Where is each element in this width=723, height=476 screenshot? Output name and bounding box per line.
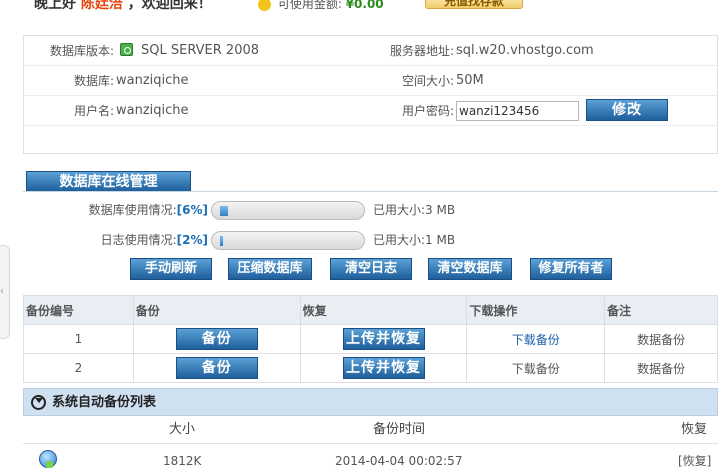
backup-table-header: 备份编号 备份 恢复 下载操作 备注 (23, 295, 718, 325)
clear-db-button[interactable]: 清空数据库 (428, 258, 512, 280)
version-label: 数据库版本: (49, 44, 114, 58)
space-label: 空间大小: (401, 74, 454, 88)
balance: 可使用金额: ¥0.00 (258, 0, 384, 12)
col-note: 备注 (604, 295, 718, 325)
info-row-user: 用户名: wanziqiche 用户密码: 修改 (24, 96, 717, 126)
backup-time: 2014-04-04 00:02:57 (335, 454, 463, 468)
recharge-button[interactable]: 充值找存款 (425, 0, 523, 9)
info-row-version: 数据库版本: SQL SERVER 2008 服务器地址: sql.w20.vh… (24, 36, 717, 66)
col-download: 下载操作 (466, 295, 606, 325)
download-backup-text[interactable]: 下载备份 (466, 353, 606, 383)
user-value: wanziqiche (116, 103, 189, 118)
greeting-suffix: ，欢迎回来！ (127, 0, 212, 12)
table-row: 2 备份 上传并恢复 下载备份 数据备份 (23, 353, 718, 383)
shrink-db-button[interactable]: 压缩数据库 (228, 258, 312, 280)
db-info-panel: 数据库版本: SQL SERVER 2008 服务器地址: sql.w20.vh… (23, 35, 718, 154)
backup-note: 数据备份 (604, 324, 718, 354)
backup-button[interactable]: 备份 (175, 357, 258, 379)
log-used-size: 已用大小:1 MB (373, 233, 456, 247)
backup-note: 数据备份 (604, 353, 718, 383)
side-collapse-handle[interactable]: ‹ (0, 245, 10, 339)
col-restore: 恢复 (299, 295, 468, 325)
online-mgmt-title: 数据库在线管理 (26, 171, 191, 192)
modify-password-button[interactable]: 修改 (586, 99, 668, 121)
backup-id: 2 (23, 353, 134, 383)
top-bar: 晚上好 陈廷涪 ，欢迎回来！ 可使用金额: ¥0.00 充值找存款 (0, 0, 723, 14)
database-icon (120, 43, 133, 56)
restore-link[interactable]: [恢复] (678, 446, 711, 476)
log-usage-progress (211, 231, 365, 250)
upload-restore-button[interactable]: 上传并恢复 (342, 357, 425, 379)
clear-log-button[interactable]: 清空日志 (330, 258, 412, 280)
db-usage-row: 数据库使用情况:[6%] 已用大小:3 MB (23, 195, 718, 225)
auto-backup-list: 大小 备份时间 恢复 1812K 2014-04-04 00:02:57 [恢复… (23, 416, 718, 476)
list-item: 1812K 2014-04-04 00:02:57 [恢复] (23, 446, 718, 476)
repair-owner-button[interactable]: 修复所有者 (530, 258, 612, 280)
section-divider (23, 191, 718, 192)
col-backup-id: 备份编号 (23, 295, 134, 325)
password-label: 用户密码: (401, 104, 454, 118)
refresh-button[interactable]: 手动刷新 (130, 258, 212, 280)
db-label: 数据库: (73, 74, 114, 88)
table-row: 1 备份 上传并恢复 下载备份 数据备份 (23, 324, 718, 354)
db-usage-label: 数据库使用情况:[6%] (88, 203, 208, 217)
backup-button[interactable]: 备份 (175, 328, 258, 350)
db-value: wanziqiche (116, 73, 189, 88)
col-size: 大小 (169, 422, 196, 437)
db-usage-progress (211, 201, 365, 220)
col-time: 备份时间 (373, 422, 426, 437)
collapse-toggle-icon[interactable] (31, 395, 46, 410)
col-backup: 备份 (132, 295, 301, 325)
greeting: 晚上好 陈廷涪 ，欢迎回来！ (34, 0, 212, 13)
user-label: 用户名: (73, 104, 114, 118)
server-value: sql.w20.vhostgo.com (456, 43, 594, 58)
db-used-size: 已用大小:3 MB (373, 203, 456, 217)
balance-label: 可使用金额: (277, 0, 342, 11)
greeting-prefix: 晚上好 (34, 0, 76, 12)
balance-value: ¥0.00 (345, 0, 384, 11)
action-buttons: 手动刷新 压缩数据库 清空日志 清空数据库 修复所有者 (23, 254, 718, 284)
auto-backup-header[interactable]: 系统自动备份列表 (23, 388, 718, 416)
upload-restore-button[interactable]: 上传并恢复 (342, 328, 425, 350)
db-usage-fill (220, 206, 228, 216)
version-value: SQL SERVER 2008 (120, 36, 259, 66)
info-row-db: 数据库: wanziqiche 空间大小: 50M (24, 66, 717, 96)
backup-size: 1812K (163, 454, 202, 468)
globe-icon (39, 450, 57, 468)
auto-backup-title: 系统自动备份列表 (52, 395, 157, 410)
server-label: 服务器地址: (389, 44, 454, 58)
auto-backup-columns: 大小 备份时间 恢复 (23, 416, 718, 444)
col-restore: 恢复 (681, 422, 708, 437)
db-usage-pct: [6%] (176, 203, 208, 217)
backup-table: 备份编号 备份 恢复 下载操作 备注 1 备份 上传并恢复 下载备份 数据备份 … (23, 295, 718, 383)
download-backup-link[interactable]: 下载备份 (466, 324, 606, 354)
space-value: 50M (456, 73, 484, 88)
coin-icon (258, 0, 271, 11)
log-usage-fill (220, 236, 223, 246)
chevron-left-icon: ‹ (0, 286, 4, 297)
backup-id: 1 (23, 324, 134, 354)
log-usage-row: 日志使用情况:[2%] 已用大小:1 MB (23, 225, 718, 255)
username: 陈廷涪 (80, 0, 123, 12)
log-usage-label: 日志使用情况:[2%] (100, 233, 208, 247)
log-usage-pct: [2%] (176, 233, 208, 247)
password-input[interactable] (456, 101, 579, 121)
